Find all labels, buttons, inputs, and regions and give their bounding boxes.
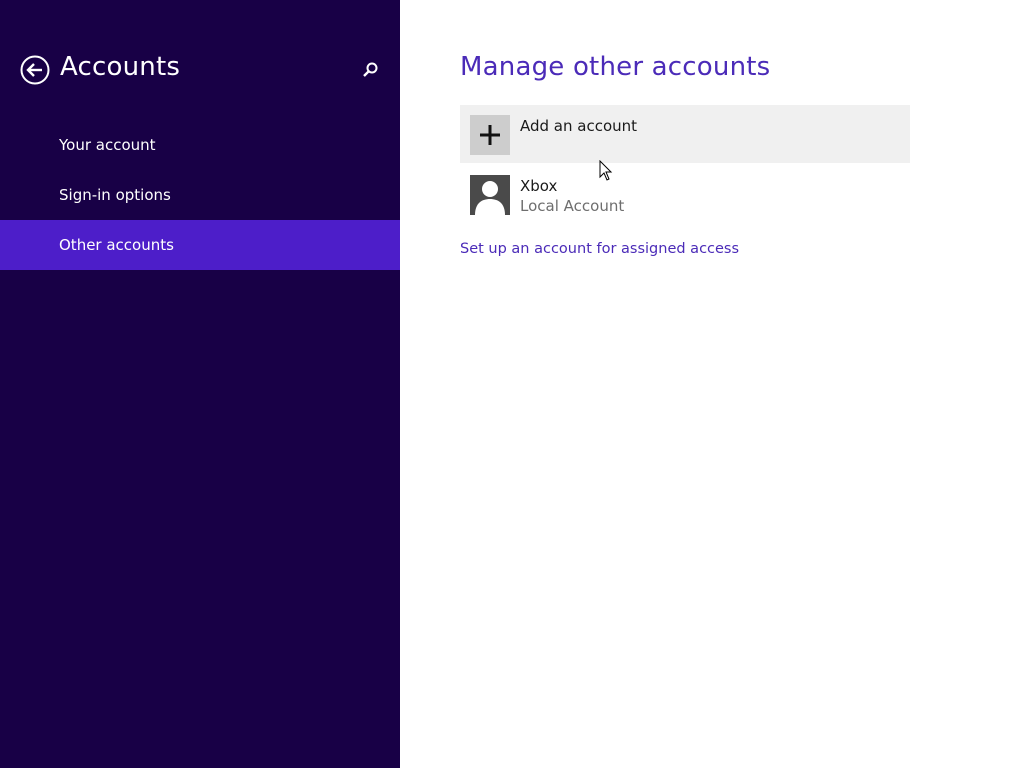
settings-window: Accounts Your account Sign-in options Ot… [0,0,1024,768]
main-content: Manage other accounts Add an account Xbo… [400,0,1024,768]
sidebar-nav: Your account Sign-in options Other accou… [0,120,400,270]
assigned-access-link[interactable]: Set up an account for assigned access [460,241,739,257]
sidebar-item-other-accounts[interactable]: Other accounts [0,220,400,270]
add-account-button[interactable]: Add an account [460,105,910,163]
page-title: Manage other accounts [460,52,771,82]
account-name: Xbox [520,177,558,195]
sidebar: Accounts Your account Sign-in options Ot… [0,0,400,768]
account-type: Local Account [520,197,625,215]
back-arrow-icon[interactable] [20,55,50,85]
sidebar-title: Accounts [60,52,181,82]
avatar [470,175,510,215]
search-icon[interactable] [360,60,380,80]
add-account-label: Add an account [520,117,638,135]
account-item-xbox[interactable]: Xbox Local Account [460,165,910,223]
plus-icon [470,115,510,155]
sidebar-item-your-account[interactable]: Your account [0,120,400,170]
sidebar-item-sign-in-options[interactable]: Sign-in options [0,170,400,220]
